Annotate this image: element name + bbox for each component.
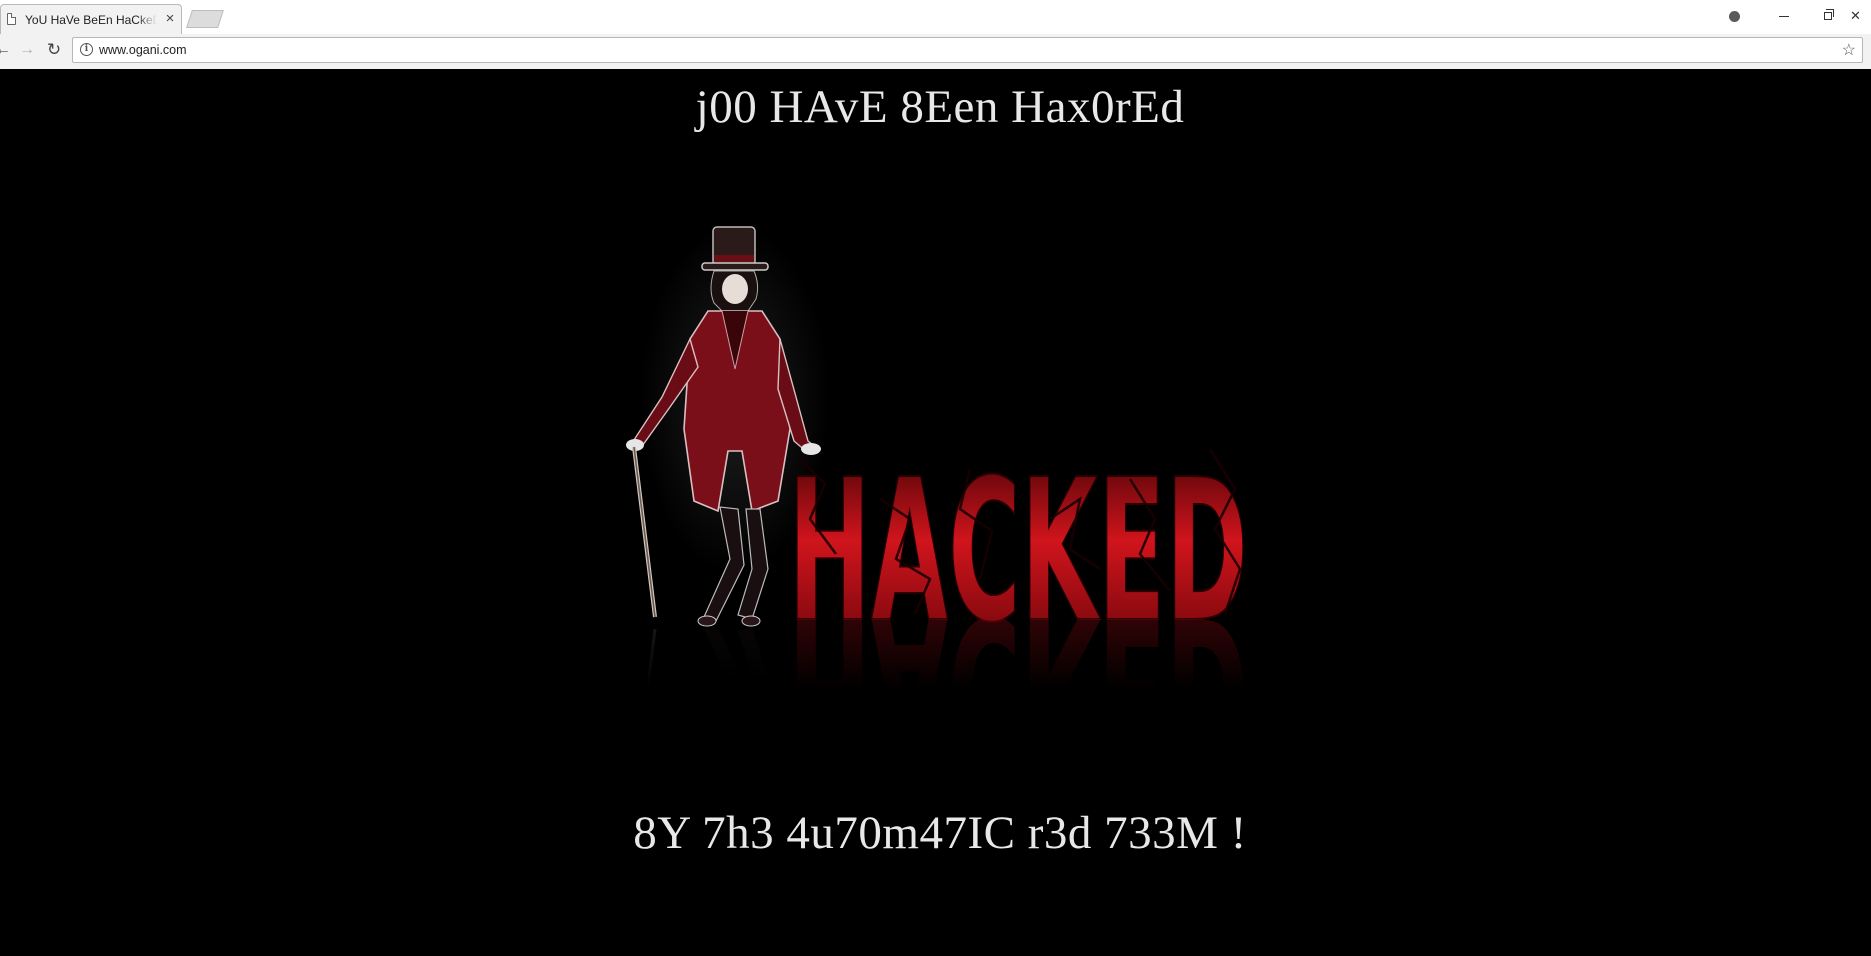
- star-icon[interactable]: ☆: [1842, 40, 1856, 60]
- address-bar[interactable]: i www.ogani.com ☆: [72, 37, 1863, 63]
- tab-title: YoU HaVe BeEn HaCkeD !: [25, 13, 157, 27]
- reload-button[interactable]: ↻: [43, 39, 65, 61]
- tab-active[interactable]: YoU HaVe BeEn HaCkeD ! ×: [0, 4, 182, 34]
- minimize-button[interactable]: [1762, 0, 1806, 32]
- restore-button[interactable]: [1806, 0, 1850, 32]
- profile-icon[interactable]: [1712, 0, 1756, 32]
- page-content: j00 HAvE 8Een Hax0rEd HACKED HACKED 8Y 7…: [0, 69, 1871, 956]
- page-icon: [7, 13, 16, 25]
- forward-button[interactable]: →: [16, 39, 38, 61]
- svg-text:HACKED: HACKED: [788, 572, 1248, 739]
- close-window-button[interactable]: ✕: [1850, 0, 1871, 32]
- page-headline: j00 HAvE 8Een Hax0rEd: [695, 81, 1185, 133]
- close-tab-icon[interactable]: ×: [163, 11, 177, 26]
- hacked-banner: HACKED HACKED: [787, 437, 1249, 739]
- new-tab-button[interactable]: [186, 10, 224, 28]
- hacked-artwork: HACKED HACKED: [626, 224, 1249, 739]
- url-text[interactable]: www.ogani.com: [99, 43, 187, 57]
- info-icon[interactable]: i: [80, 43, 93, 56]
- tab-strip: YoU HaVe BeEn HaCkeD ! × ✕: [0, 0, 1871, 34]
- back-button[interactable]: ←: [0, 39, 14, 61]
- signature-line: 8Y 7h3 4u70m47IC r3d 733M !: [633, 807, 1247, 859]
- toolbar: ← → ↻ i www.ogani.com ☆: [0, 34, 1871, 68]
- browser-chrome: YoU HaVe BeEn HaCkeD ! × ✕ ← → ↻ i www.o…: [0, 0, 1871, 70]
